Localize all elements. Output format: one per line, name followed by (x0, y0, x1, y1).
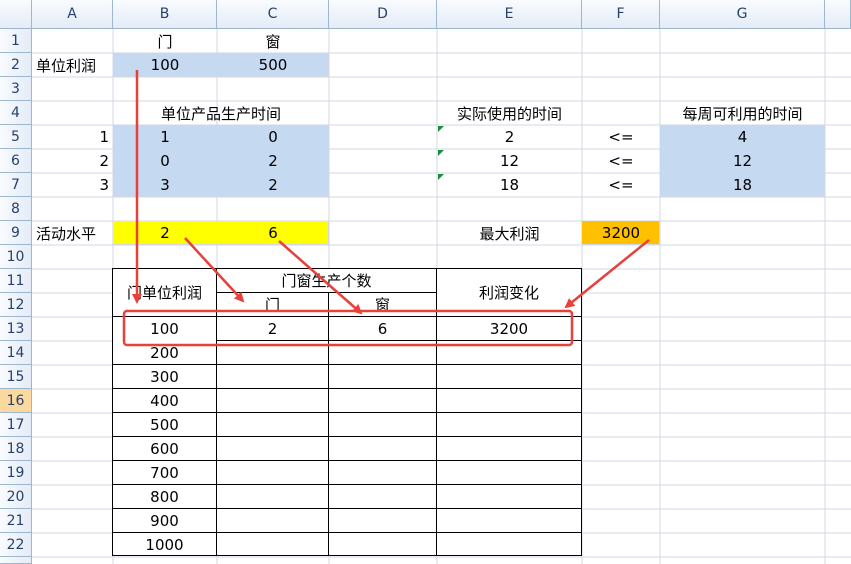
highlight-box-row13 (122, 309, 574, 347)
spreadsheet: A B C D E F G 1 2 3 4 5 6 7 8 9 10 11 12… (0, 0, 851, 564)
annotation-overlay (122, 70, 650, 347)
arrow-b9-to-c12 (184, 237, 245, 303)
arrow-c9-to-d12 (278, 240, 363, 315)
arrow-f9-to-e12 (564, 239, 650, 309)
